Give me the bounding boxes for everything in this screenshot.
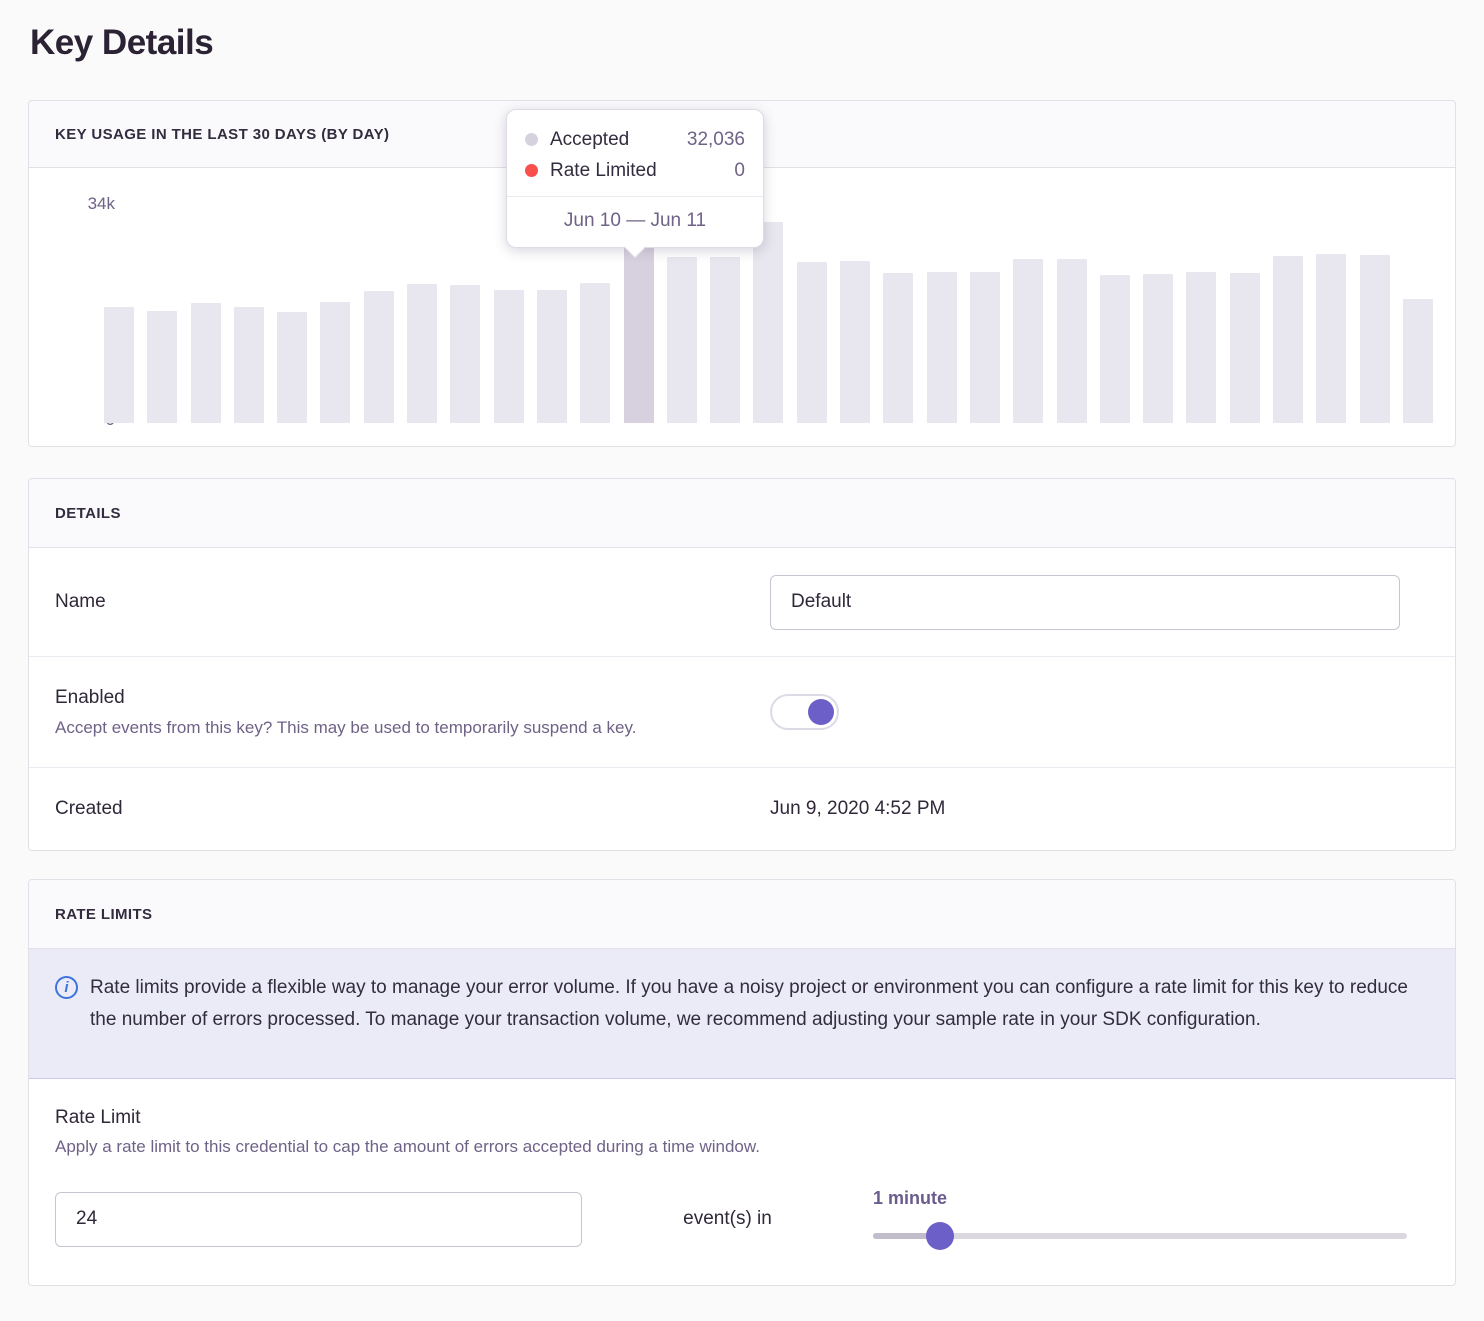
rate-limits-alert-text: Rate limits provide a flexible way to ma… — [90, 972, 1425, 1078]
chart-bar[interactable] — [277, 312, 307, 423]
chart-bar[interactable] — [1403, 299, 1433, 423]
chart-bar[interactable] — [407, 284, 437, 423]
chart-bar[interactable] — [537, 290, 567, 423]
accepted-dot-icon — [525, 133, 538, 146]
usage-bar-chart: 34k 0 Accepted 32,036 Rate Limited 0 Jun… — [29, 168, 1455, 447]
chart-bar[interactable] — [667, 257, 697, 423]
chart-bar[interactable] — [753, 222, 783, 423]
enabled-row: Enabled Accept events from this key? Thi… — [29, 656, 1455, 767]
rate-limit-count-input[interactable] — [55, 1192, 582, 1247]
chart-bar[interactable] — [1360, 255, 1390, 423]
rate-window-slider[interactable] — [873, 1222, 1407, 1250]
chart-bar[interactable] — [927, 272, 957, 423]
rate-limit-help-text: Apply a rate limit to this credential to… — [55, 1137, 1407, 1157]
chart-tooltip: Accepted 32,036 Rate Limited 0 Jun 10 — … — [506, 109, 764, 248]
created-label: Created — [55, 798, 770, 820]
chart-bar[interactable] — [883, 273, 913, 423]
rate-limited-dot-icon — [525, 164, 538, 177]
rate-window-label: 1 minute — [873, 1188, 1407, 1209]
toggle-knob-icon — [808, 699, 834, 725]
chart-bar[interactable] — [1316, 254, 1346, 423]
chart-bar[interactable] — [840, 261, 870, 423]
chart-bar[interactable] — [1186, 272, 1216, 423]
chart-bar[interactable] — [147, 311, 177, 423]
chart-bar[interactable] — [1230, 273, 1260, 423]
tooltip-rate-limited-label: Rate Limited — [550, 160, 734, 182]
details-panel-title: DETAILS — [29, 479, 1455, 548]
chart-bar[interactable] — [191, 303, 221, 423]
chart-bars — [104, 197, 1433, 423]
rate-limit-row: Rate Limit Apply a rate limit to this cr… — [29, 1079, 1455, 1250]
name-row: Name — [29, 548, 1455, 656]
chart-bar[interactable] — [494, 290, 524, 423]
tooltip-rate-limited-row: Rate Limited 0 — [525, 155, 745, 186]
chart-bar[interactable] — [710, 257, 740, 423]
chart-bar[interactable] — [1100, 275, 1130, 423]
enabled-toggle[interactable] — [770, 694, 839, 730]
name-input[interactable] — [770, 575, 1400, 630]
chart-bar[interactable] — [234, 307, 264, 423]
name-label: Name — [55, 591, 770, 613]
chart-bar[interactable] — [970, 272, 1000, 423]
enabled-help-text: Accept events from this key? This may be… — [55, 718, 770, 738]
rate-limit-label: Rate Limit — [55, 1107, 1407, 1129]
info-icon: i — [55, 976, 78, 999]
tooltip-accepted-row: Accepted 32,036 — [525, 124, 745, 155]
created-row: Created Jun 9, 2020 4:52 PM — [29, 767, 1455, 850]
rate-limits-panel-title: RATE LIMITS — [29, 880, 1455, 949]
chart-bar[interactable] — [797, 262, 827, 423]
created-value: Jun 9, 2020 4:52 PM — [770, 798, 1455, 820]
key-usage-panel: KEY USAGE IN THE LAST 30 DAYS (BY DAY) 3… — [28, 100, 1456, 447]
tooltip-rate-limited-value: 0 — [734, 160, 745, 182]
events-in-label: event(s) in — [582, 1208, 873, 1230]
rate-limits-panel: RATE LIMITS i Rate limits provide a flex… — [28, 879, 1456, 1286]
rate-limits-info-alert: i Rate limits provide a flexible way to … — [29, 949, 1455, 1079]
chart-bar[interactable] — [450, 285, 480, 423]
page-title: Key Details — [30, 22, 1456, 63]
chart-bar[interactable] — [1273, 256, 1303, 423]
details-panel: DETAILS Name Enabled Accept events from … — [28, 478, 1456, 851]
chart-bar[interactable] — [1143, 274, 1173, 423]
enabled-label: Enabled — [55, 687, 770, 709]
tooltip-date-range: Jun 10 — Jun 11 — [507, 197, 763, 247]
tooltip-accepted-label: Accepted — [550, 129, 687, 151]
chart-bar[interactable] — [1013, 259, 1043, 423]
chart-bar[interactable] — [320, 302, 350, 423]
slider-knob-icon[interactable] — [926, 1222, 954, 1250]
chart-bar[interactable] — [580, 283, 610, 423]
tooltip-accepted-value: 32,036 — [687, 129, 745, 151]
chart-bar[interactable] — [364, 291, 394, 423]
chart-bar[interactable] — [1057, 259, 1087, 423]
chart-bar[interactable] — [104, 307, 134, 423]
